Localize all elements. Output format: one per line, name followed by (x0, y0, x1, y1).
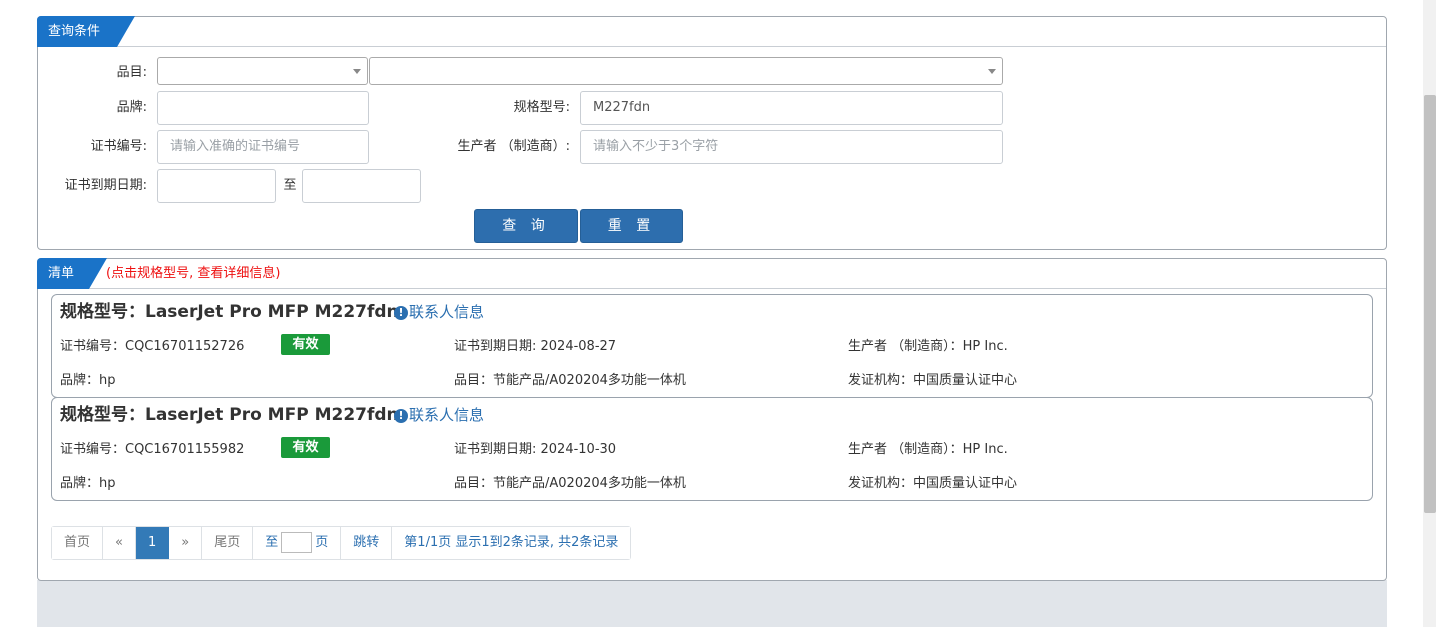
status-badge: 有效 (281, 437, 330, 458)
model-link[interactable]: 规格型号：LaserJet Pro MFP M227fdn (60, 404, 399, 426)
category: 品目：节能产品/A020204多功能一体机 (454, 373, 686, 388)
model-input[interactable]: M227fdn (580, 91, 1003, 125)
cert-no-input[interactable]: 请输入准确的证书编号 (157, 130, 369, 164)
model-label: 规格型号: (513, 100, 570, 115)
pager-goto-suffix: 页 (315, 535, 329, 550)
pager-first[interactable]: 首页 (52, 527, 104, 559)
producer: 生产者 （制造商）：HP Inc. (848, 339, 1008, 354)
brand-input[interactable] (157, 91, 369, 125)
list-hint: (点击规格型号, 查看详细信息) (106, 266, 281, 281)
chevron-down-icon (353, 69, 361, 74)
expiry-label: 证书到期日期: (64, 178, 147, 193)
pager-current-page[interactable]: 1 (135, 527, 170, 559)
expiry-date: 证书到期日期: 2024-08-27 (454, 339, 617, 354)
chevron-down-icon (988, 69, 996, 74)
model-link[interactable]: 规格型号：LaserJet Pro MFP M227fdn (60, 301, 399, 323)
contact-info-label: 联系人信息 (409, 406, 485, 424)
cert-no-label: 证书编号: (90, 139, 147, 154)
query-panel-header: 查询条件 (37, 16, 1386, 47)
contact-info-link[interactable]: ! 联系人信息 (394, 405, 484, 425)
producer-input[interactable]: 请输入不少于3个字符 (580, 130, 1003, 164)
pager-goto-prefix: 至 (265, 535, 279, 550)
category-label: 品目: (116, 65, 147, 80)
brand: 品牌：hp (60, 476, 116, 491)
page-number-input[interactable] (281, 532, 313, 553)
pagination: 首页 « 1 » 尾页 至页 跳转 第1/1页 显示1到2条记录, 共2条记录 (51, 526, 632, 560)
query-panel-title: 查询条件 (37, 16, 135, 47)
info-icon: ! (394, 409, 408, 423)
producer-label: 生产者 （制造商）: (457, 139, 570, 154)
pager-next[interactable]: » (169, 527, 203, 559)
cert-no: 证书编号：CQC16701155982 (60, 442, 245, 457)
status-badge: 有效 (281, 334, 330, 355)
reset-button[interactable]: 重 置 (580, 209, 683, 243)
producer: 生产者 （制造商）：HP Inc. (848, 442, 1008, 457)
contact-info-label: 联系人信息 (409, 303, 485, 321)
result-card: 规格型号：LaserJet Pro MFP M227fdn ! 联系人信息 证书编… (51, 397, 1373, 501)
list-panel-header: 清单 (点击规格型号, 查看详细信息) (37, 258, 1386, 289)
cert-no: 证书编号：CQC16701152726 (60, 339, 245, 354)
expiry-to-input[interactable] (302, 169, 421, 203)
list-panel-title: 清单 (37, 258, 107, 289)
pager-jump-button[interactable]: 跳转 (341, 527, 393, 559)
expiry-from-input[interactable] (157, 169, 276, 203)
info-icon: ! (394, 306, 408, 320)
brand: 品牌：hp (60, 373, 116, 388)
expiry-to-label: 至 (283, 178, 297, 193)
pager-summary: 第1/1页 显示1到2条记录, 共2条记录 (392, 527, 631, 559)
pager-last[interactable]: 尾页 (202, 527, 254, 559)
scrollbar-thumb[interactable] (1424, 95, 1436, 513)
pager-prev[interactable]: « (103, 527, 136, 559)
category-select[interactable] (157, 57, 368, 85)
subcategory-select[interactable] (369, 57, 1003, 85)
result-card: 规格型号：LaserJet Pro MFP M227fdn ! 联系人信息 证书编… (51, 294, 1373, 398)
issuer: 发证机构：中国质量认证中心 (848, 476, 1018, 491)
expiry-date: 证书到期日期: 2024-10-30 (454, 442, 617, 457)
pager-goto: 至页 (253, 527, 342, 559)
brand-label: 品牌: (116, 100, 147, 115)
page-footer-area (37, 580, 1387, 627)
issuer: 发证机构：中国质量认证中心 (848, 373, 1018, 388)
category: 品目：节能产品/A020204多功能一体机 (454, 476, 686, 491)
contact-info-link[interactable]: ! 联系人信息 (394, 302, 484, 322)
search-button[interactable]: 查 询 (474, 209, 578, 243)
